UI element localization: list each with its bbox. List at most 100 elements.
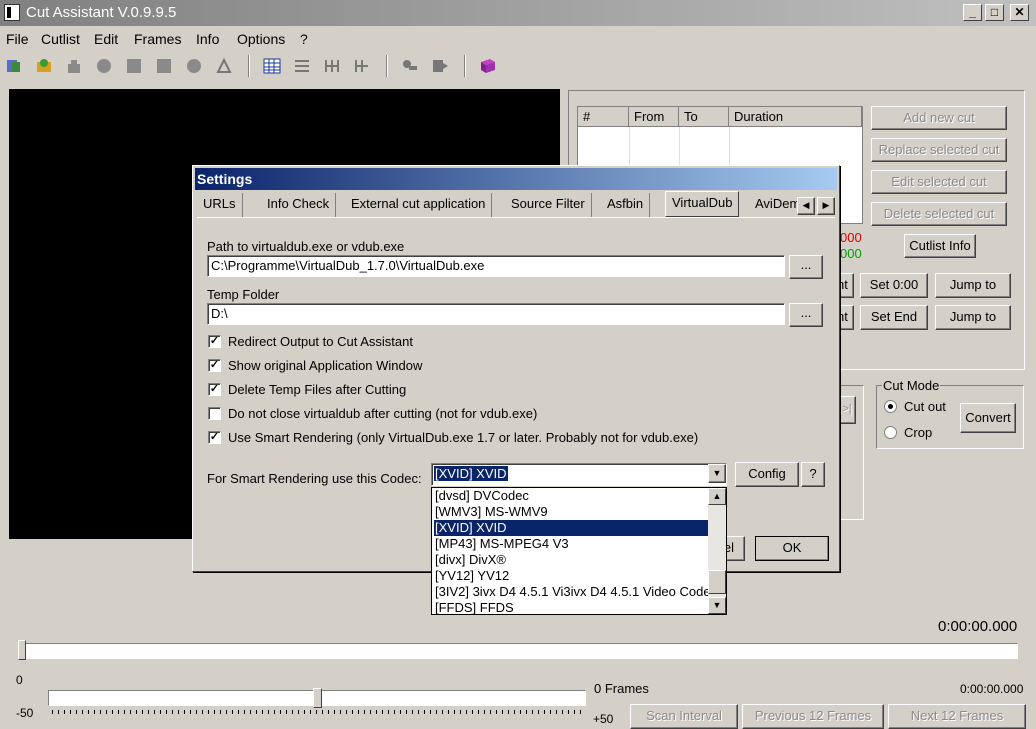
- path-field[interactable]: C:\Programme\VirtualDub_1.7.0\VirtualDub…: [207, 255, 785, 277]
- column-header-from[interactable]: From: [629, 107, 679, 127]
- set-end-button[interactable]: Set End: [860, 305, 928, 330]
- menu-help[interactable]: ?: [300, 31, 308, 47]
- tool-icon[interactable]: [214, 56, 234, 76]
- config-button[interactable]: Config: [735, 462, 799, 487]
- path-label: Path to virtualdub.exe or vdub.exe: [207, 239, 405, 254]
- codec-select[interactable]: [XVID] XVID ▼: [431, 463, 727, 486]
- tab-urls[interactable]: URLs: [197, 193, 243, 217]
- frames-count: 0 Frames: [594, 681, 649, 696]
- tab-asfbin[interactable]: Asfbin: [601, 193, 651, 217]
- scroll-down-icon[interactable]: ▼: [708, 597, 726, 614]
- column-header-to[interactable]: To: [679, 107, 729, 127]
- tab-virtualdub[interactable]: VirtualDub: [665, 191, 740, 217]
- open-video-icon[interactable]: [4, 56, 24, 76]
- tab-avidemux[interactable]: AviDem: [749, 193, 799, 217]
- codec-option[interactable]: [FFDS] FFDS: [434, 600, 708, 616]
- delete-cut-button[interactable]: Delete selected cut: [871, 202, 1007, 226]
- ok-button[interactable]: OK: [755, 536, 829, 561]
- set-zero-button[interactable]: Set 0:00: [860, 273, 928, 298]
- square-icon[interactable]: [154, 56, 174, 76]
- circle-icon[interactable]: [94, 56, 114, 76]
- codec-option[interactable]: [MP43] MS-MPEG4 V3: [434, 536, 708, 552]
- codec-option[interactable]: [YV12] YV12: [434, 568, 708, 584]
- frames-icon[interactable]: [322, 56, 342, 76]
- browse-temp-button[interactable]: ...: [789, 303, 823, 327]
- time-small: 0:00:00.000: [960, 682, 1024, 696]
- codec-option-selected[interactable]: [XVID] XVID: [434, 520, 708, 536]
- do-not-close-checkbox[interactable]: [208, 407, 221, 420]
- scroll-thumb[interactable]: [708, 570, 726, 594]
- edit-cut-button[interactable]: Edit selected cut: [871, 170, 1007, 194]
- tab-source-filter[interactable]: Source Filter: [505, 193, 592, 217]
- open-cutlist-icon[interactable]: [34, 56, 54, 76]
- jump-to-end-button[interactable]: Jump to: [935, 305, 1011, 330]
- column-header-duration[interactable]: Duration: [729, 107, 862, 127]
- menu-cutlist[interactable]: Cutlist: [41, 31, 80, 47]
- menu-frames[interactable]: Frames: [134, 31, 181, 47]
- menu-file[interactable]: File: [6, 31, 29, 47]
- toolbar: [0, 52, 1036, 80]
- cut-start-value: 000: [840, 230, 862, 245]
- cut-icon[interactable]: [292, 56, 312, 76]
- add-cut-button[interactable]: Add new cut: [871, 106, 1007, 130]
- next-frame-icon[interactable]: >|: [838, 396, 856, 424]
- cutlist-info-button[interactable]: Cutlist Info: [904, 234, 976, 258]
- cut-out-radio[interactable]: [884, 400, 897, 413]
- next-frames-button[interactable]: Next 12 Frames: [888, 704, 1026, 729]
- circle-icon[interactable]: [184, 56, 204, 76]
- tab-external-cut[interactable]: External cut application: [345, 193, 493, 217]
- codec-option[interactable]: [dvsd] DVCodec: [434, 488, 708, 504]
- app-icon: [4, 4, 20, 21]
- settings-icon[interactable]: [400, 56, 420, 76]
- codec-option[interactable]: [3IV2] 3ivx D4 4.5.1 Vi3ivx D4 4.5.1 Vid…: [434, 584, 708, 600]
- maximize-button[interactable]: □: [985, 4, 1004, 21]
- codec-dropdown-list[interactable]: [dvsd] DVCodec [WMV3] MS-WMV9 [XVID] XVI…: [431, 487, 727, 615]
- replace-cut-button[interactable]: Replace selected cut: [871, 138, 1007, 162]
- close-button[interactable]: ✕: [1010, 4, 1029, 21]
- crop-radio[interactable]: [884, 426, 897, 439]
- jump-to-start-button[interactable]: Jump to: [935, 273, 1011, 298]
- menu-bar: File Cutlist Edit Frames Info Options ?: [0, 27, 1036, 49]
- show-window-checkbox[interactable]: ✓: [208, 359, 221, 372]
- grid-icon[interactable]: [262, 56, 282, 76]
- dropdown-scrollbar[interactable]: ▲ ▼: [708, 488, 726, 614]
- convert-button[interactable]: Convert: [960, 403, 1016, 433]
- temp-folder-field[interactable]: D:\: [207, 303, 785, 325]
- current-time: 0:00:00.000: [938, 618, 1018, 635]
- temp-folder-label: Temp Folder: [207, 287, 280, 302]
- square-icon[interactable]: [124, 56, 144, 76]
- book-icon[interactable]: [478, 56, 498, 76]
- menu-edit[interactable]: Edit: [94, 31, 118, 47]
- tab-scroll-left-icon[interactable]: ◀: [797, 197, 815, 215]
- cut-end-value: 000: [840, 246, 862, 261]
- codec-help-button[interactable]: ?: [801, 462, 825, 487]
- smart-rendering-checkbox[interactable]: ✓: [208, 431, 221, 444]
- previous-frames-button[interactable]: Previous 12 Frames: [742, 704, 884, 729]
- chevron-down-icon[interactable]: ▼: [708, 464, 726, 483]
- codec-option[interactable]: [WMV3] MS-WMV9: [434, 504, 708, 520]
- position-slider[interactable]: [18, 643, 1018, 659]
- menu-info[interactable]: Info: [196, 31, 219, 47]
- scroll-up-icon[interactable]: ▲: [708, 488, 726, 505]
- frame-slider-thumb[interactable]: [313, 688, 322, 708]
- upload-icon[interactable]: [430, 56, 450, 76]
- position-slider-thumb[interactable]: [18, 640, 26, 660]
- tab-divider: [197, 217, 835, 218]
- scan-interval-button[interactable]: Scan Interval: [630, 704, 738, 729]
- smart-rendering-label: Use Smart Rendering (only VirtualDub.exe…: [228, 430, 699, 445]
- delete-temp-label: Delete Temp Files after Cutting: [228, 382, 407, 397]
- codec-option[interactable]: [divx] DivX®: [434, 552, 708, 568]
- browse-path-button[interactable]: ...: [789, 255, 823, 279]
- save-cutlist-icon[interactable]: [64, 56, 84, 76]
- toolbar-separator: [386, 55, 388, 77]
- frames-icon[interactable]: [352, 56, 372, 76]
- column-header-number[interactable]: #: [578, 107, 629, 127]
- menu-options[interactable]: Options: [237, 31, 285, 47]
- settings-title: Settings: [195, 168, 837, 190]
- tab-scroll-right-icon[interactable]: ▶: [817, 197, 835, 215]
- delete-temp-checkbox[interactable]: ✓: [208, 383, 221, 396]
- redirect-output-checkbox[interactable]: ✓: [208, 335, 221, 348]
- minimize-button[interactable]: _: [963, 4, 982, 21]
- tab-info-check[interactable]: Info Check: [261, 193, 337, 217]
- toolbar-separator: [464, 55, 466, 77]
